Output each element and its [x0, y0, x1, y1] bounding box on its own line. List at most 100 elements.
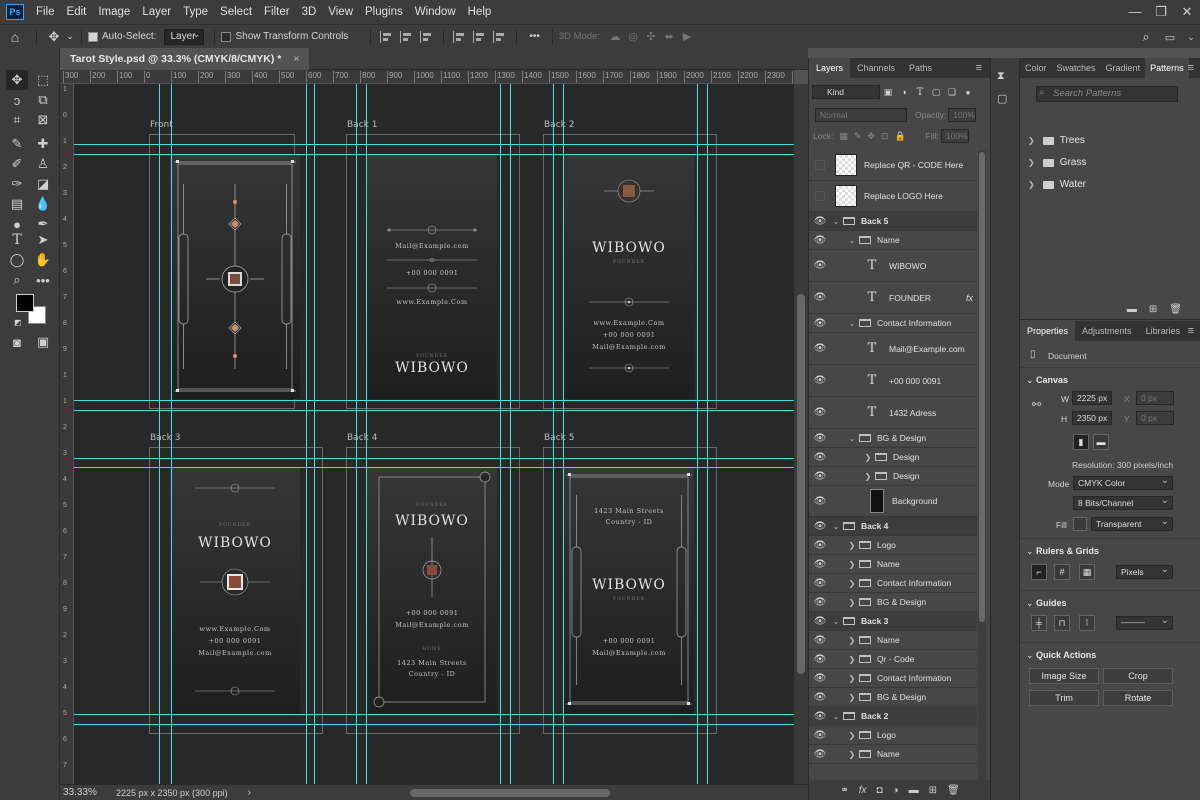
layer-row[interactable]: 👁 ⌄ Contact Information — [809, 314, 977, 333]
pattern-folder-water[interactable]: ❯ Water — [1028, 179, 1086, 190]
image-size-button[interactable]: Image Size — [1029, 668, 1099, 684]
panel-menu-icon[interactable]: ≡ — [1188, 321, 1194, 341]
layer-row[interactable]: 👁 ❯ Design — [809, 448, 977, 467]
align-middle-icon[interactable] — [473, 30, 487, 43]
history-icon[interactable]: ⧗ — [997, 70, 1005, 83]
rulers-toggle-icon[interactable]: ⌐ — [1031, 564, 1047, 580]
tab-properties[interactable]: Properties — [1020, 321, 1076, 341]
guides-toggle-icon[interactable]: ╪ — [1031, 615, 1047, 631]
tab-swatches[interactable]: Swatches — [1052, 58, 1101, 78]
eye-icon[interactable]: 👁 — [809, 235, 831, 246]
y-field[interactable]: 0 px — [1136, 411, 1174, 425]
crop-button[interactable]: Crop — [1103, 668, 1173, 684]
menu-select[interactable]: Select — [214, 0, 258, 24]
eye-icon[interactable]: 👁 — [809, 578, 831, 589]
layer-row[interactable]: Replace QR - CODE Here — [809, 150, 977, 181]
healing-brush-tool-icon[interactable]: ✚ — [32, 134, 54, 154]
chevron-down-icon[interactable]: ⌄ — [847, 434, 857, 443]
align-bottom-icon[interactable] — [493, 30, 507, 43]
minimize-button[interactable]: — — [1122, 0, 1148, 24]
layer-row[interactable]: 👁 T FOUNDER fx — [809, 282, 977, 314]
guide-style-dropdown[interactable]: ——— — [1116, 615, 1173, 630]
guide-line[interactable] — [707, 84, 708, 784]
guide-line[interactable] — [159, 84, 160, 784]
layer-row[interactable]: 👁 ⌄ Name — [809, 231, 977, 250]
portrait-orientation-icon[interactable]: ▮ — [1073, 434, 1089, 450]
delete-pattern-icon[interactable]: 🗑 — [1169, 304, 1182, 315]
default-colors-icon[interactable]: ◩ — [14, 318, 22, 327]
eye-icon[interactable]: 👁 — [809, 635, 831, 646]
card-back3[interactable]: FOUNDER WIBOWO www.Example.Com +00 000 0… — [170, 467, 300, 714]
guides-section-title[interactable]: Guides — [1026, 598, 1067, 609]
path-select-tool-icon[interactable]: ➤ — [32, 230, 54, 250]
hand-tool-icon[interactable]: ✋ — [32, 250, 54, 270]
landscape-orientation-icon[interactable]: ▬ — [1093, 434, 1109, 450]
menu-type[interactable]: Type — [177, 0, 214, 24]
guide-line[interactable] — [74, 144, 794, 145]
guide-line[interactable] — [563, 84, 564, 784]
guide-line[interactable] — [314, 84, 315, 784]
tab-adjustments[interactable]: Adjustments — [1075, 321, 1139, 341]
eye-icon[interactable]: 👁 — [809, 711, 831, 722]
smart-guides-icon[interactable]: ⊺ — [1079, 615, 1095, 631]
chevron-right-icon[interactable]: ❯ — [847, 693, 857, 702]
guide-line[interactable] — [74, 467, 794, 468]
auto-select-dropdown[interactable]: Layer — [164, 28, 205, 45]
canvas-vertical-scrollbar[interactable] — [794, 84, 808, 784]
eraser-tool-icon[interactable]: ◪ — [32, 174, 54, 194]
new-layer-icon[interactable]: ⊞ — [929, 785, 937, 796]
chevron-down-icon[interactable]: ⌄ — [847, 319, 857, 328]
menu-help[interactable]: Help — [462, 0, 498, 24]
card-back5[interactable]: 1423 Main Streets Country - ID WIBOWO FO… — [564, 467, 694, 714]
guide-line[interactable] — [510, 84, 511, 784]
guide-line[interactable] — [74, 154, 794, 155]
eye-icon[interactable]: 👁 — [809, 433, 831, 444]
eye-icon[interactable]: 👁 — [809, 730, 831, 741]
search-icon[interactable]: ⌕ — [1134, 29, 1158, 45]
eye-icon[interactable]: 👁 — [809, 597, 831, 608]
layer-row[interactable]: 👁 ⌄ Back 3 — [809, 612, 977, 631]
eye-icon[interactable]: 👁 — [809, 692, 831, 703]
ruler-units-dropdown[interactable]: Pixels — [1116, 564, 1173, 579]
eye-icon[interactable]: 👁 — [809, 616, 831, 627]
menu-plugins[interactable]: Plugins — [359, 0, 409, 24]
grid-toggle-icon[interactable]: # — [1054, 564, 1070, 580]
zoom-level[interactable]: 33.33% — [60, 787, 112, 798]
close-window-button[interactable]: ✕ — [1174, 0, 1200, 24]
search-patterns-input[interactable]: Search Patterns — [1036, 86, 1178, 102]
fill-swatch[interactable] — [1073, 517, 1087, 531]
add-mask-icon[interactable]: ◘ — [876, 785, 882, 796]
layer-effects-icon[interactable]: fx — [966, 293, 973, 303]
lock-guides-icon[interactable]: ⊓ — [1054, 615, 1070, 631]
card-back2[interactable]: WIBOWO FOUNDER www.Example.Com +00 000 0… — [564, 154, 694, 399]
guide-line[interactable] — [74, 724, 794, 725]
eye-icon[interactable]: 👁 — [809, 318, 831, 329]
more-options-button[interactable]: ••• — [529, 31, 540, 42]
link-layers-icon[interactable]: ⚭ — [840, 785, 848, 796]
eye-icon[interactable]: 👁 — [809, 496, 831, 507]
close-tab-icon[interactable]: × — [293, 53, 299, 65]
canvas-horizontal-scrollbar[interactable] — [410, 789, 610, 797]
layer-row[interactable]: 👁 T +00 000 0091 — [809, 365, 977, 397]
brush-tool-icon[interactable]: ✐ — [6, 154, 28, 174]
bit-depth-dropdown[interactable]: 8 Bits/Channel — [1073, 495, 1173, 510]
clone-stamp-tool-icon[interactable]: ♙ — [32, 154, 54, 174]
drag-3d-icon[interactable]: ✣ — [642, 30, 660, 43]
eye-icon[interactable]: 👁 — [809, 452, 831, 463]
eye-icon[interactable]: 👁 — [809, 260, 831, 271]
chevron-down-icon[interactable]: ⌄ — [831, 712, 841, 721]
menu-edit[interactable]: Edit — [61, 0, 93, 24]
roll-3d-icon[interactable]: ◎ — [624, 30, 642, 43]
x-field[interactable]: 0 px — [1136, 391, 1174, 405]
card-back4[interactable]: FOUNDER WIBOWO +00 000 0091 Mail@Example… — [367, 467, 497, 714]
gradient-tool-icon[interactable]: ▤ — [6, 194, 28, 214]
guide-line[interactable] — [500, 84, 501, 784]
link-dimensions-icon[interactable]: ⚯ — [1032, 398, 1041, 411]
layer-row[interactable]: 👁 ❯ Name — [809, 631, 977, 650]
canvas-section-title[interactable]: Canvas — [1026, 375, 1068, 386]
quick-mask-icon[interactable]: ◙ — [6, 332, 28, 352]
blur-tool-icon[interactable]: 💧 — [32, 194, 54, 214]
chevron-right-icon[interactable]: ❯ — [863, 472, 873, 481]
layer-row[interactable]: 👁 ❯ BG & Design — [809, 688, 977, 707]
workspace-chevron-icon[interactable]: ⌄ — [1182, 32, 1200, 43]
